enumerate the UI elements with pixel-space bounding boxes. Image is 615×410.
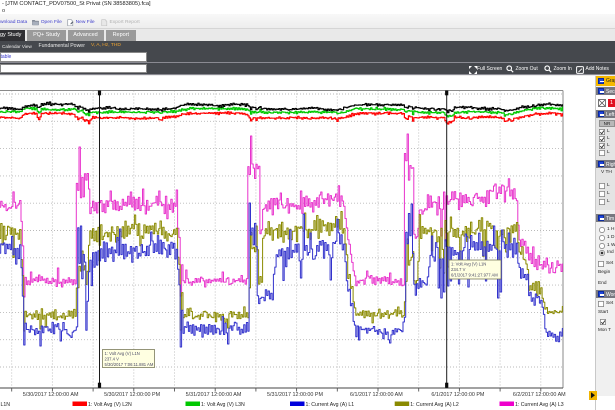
svg-text:6/1/2017 12:00:00 AM: 6/1/2017 12:00:00 AM: [350, 392, 403, 398]
svg-text:5/30/2017 12:00:00 PM: 5/30/2017 12:00:00 PM: [104, 392, 161, 398]
svg-text:1: Volt Avg (V) L3N: 1: Volt Avg (V) L3N: [201, 402, 245, 408]
svg-text:5/30/2017 12:00:00 AM: 5/30/2017 12:00:00 AM: [23, 392, 79, 398]
svg-text:234.7 V: 234.7 V: [451, 267, 466, 272]
svg-text:L1N: L1N: [1, 402, 11, 408]
svg-text:237.4 V: 237.4 V: [105, 357, 120, 362]
svg-text:6/1/2017 12:00:00 PM: 6/1/2017 12:00:00 PM: [431, 392, 485, 398]
svg-text:6/1/2017 9:41:27.977 AM: 6/1/2017 9:41:27.977 AM: [451, 273, 498, 278]
svg-text:5/31/2017 12:00:00 PM: 5/31/2017 12:00:00 PM: [267, 392, 324, 398]
svg-text:1: Current Avg (A) L3: 1: Current Avg (A) L3: [515, 402, 564, 408]
svg-text:5/30/2017 7:06:11.881 AM: 5/30/2017 7:06:11.881 AM: [105, 362, 154, 367]
svg-text:1: Current Avg (A) L2: 1: Current Avg (A) L2: [410, 402, 459, 408]
svg-text:6/2/2017 12:00:00 AM: 6/2/2017 12:00:00 AM: [513, 392, 566, 398]
svg-text:5/31/2017 12:00:00 AM: 5/31/2017 12:00:00 AM: [186, 392, 242, 398]
svg-text:1: Volt Avg (V) L1N: 1: Volt Avg (V) L1N: [451, 262, 486, 267]
svg-text:1: Volt Avg (V) L1N: 1: Volt Avg (V) L1N: [105, 351, 140, 356]
svg-text:1: Volt Avg (V) L2N: 1: Volt Avg (V) L2N: [88, 402, 132, 408]
svg-text:1: Current Avg (A) L1: 1: Current Avg (A) L1: [306, 402, 355, 408]
